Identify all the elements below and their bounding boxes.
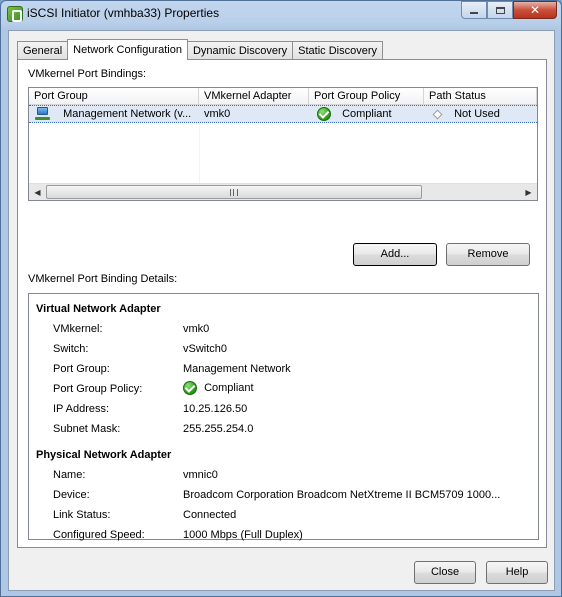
cell-path-status: Not Used (424, 106, 537, 122)
detail-label: Link Status: (53, 509, 111, 521)
column-divider (199, 123, 200, 183)
diamond-icon (432, 109, 443, 120)
network-configuration-panel: VMkernel Port Bindings: Port Group VMker… (17, 59, 547, 548)
column-header-port-group-policy[interactable]: Port Group Policy (309, 88, 424, 105)
close-button[interactable]: Close (414, 561, 476, 584)
link-status-value: Connected (183, 509, 237, 521)
column-header-port-group[interactable]: Port Group (29, 88, 199, 105)
vsphere-app-icon (7, 6, 23, 22)
policy-value: Compliant (342, 108, 392, 120)
green-check-icon (183, 381, 197, 395)
tab-static-discovery[interactable]: Static Discovery (292, 41, 383, 60)
port-bindings-label: VMkernel Port Bindings: (28, 68, 146, 80)
nic-name-value: vmnic0 (183, 469, 218, 481)
ip-address-value: 10.25.126.50 (183, 403, 248, 415)
detail-label: IP Address: (53, 403, 110, 415)
caption-buttons: ✕ (461, 1, 557, 19)
column-header-vmkernel-adapter[interactable]: VMkernel Adapter (199, 88, 309, 105)
scroll-left-icon[interactable]: ◀ (29, 184, 46, 200)
binding-details-label: VMkernel Port Binding Details: (28, 273, 178, 285)
dialog-client-area: General Network Configuration Dynamic Di… (8, 30, 555, 591)
detail-label: Configured Speed: (53, 529, 145, 541)
switch-value: vSwitch0 (183, 343, 228, 355)
tab-network-configuration[interactable]: Network Configuration (67, 39, 188, 60)
policy-detail-value: Compliant (204, 381, 254, 394)
scroll-right-icon[interactable]: ▶ (520, 184, 537, 200)
tab-general[interactable]: General (17, 41, 69, 60)
detail-label: Subnet Mask: (53, 423, 121, 435)
help-button[interactable]: Help (486, 561, 548, 584)
window-title: iSCSI Initiator (vmhba33) Properties (27, 6, 220, 20)
configured-speed-value: 1000 Mbps (Full Duplex) (183, 529, 303, 541)
path-status-value: Not Used (454, 108, 500, 120)
scrollbar-thumb[interactable] (46, 185, 422, 199)
properties-window: iSCSI Initiator (vmhba33) Properties ✕ G… (0, 0, 562, 597)
minimize-button[interactable] (461, 1, 487, 19)
maximize-icon (495, 6, 505, 14)
green-check-icon (317, 107, 331, 122)
horizontal-scrollbar[interactable]: ◀ ▶ (29, 183, 537, 200)
table-row[interactable]: Management Network (v... vmk0 Compliant … (29, 105, 537, 123)
tab-strip: General Network Configuration Dynamic Di… (17, 39, 383, 60)
detail-label: Switch: (53, 343, 89, 355)
column-header-path-status[interactable]: Path Status (424, 88, 537, 105)
tab-dynamic-discovery[interactable]: Dynamic Discovery (186, 41, 294, 60)
cell-port-group: Management Network (v... (29, 106, 199, 122)
detail-label: Port Group Policy: (53, 383, 143, 395)
cell-port-group-policy: Compliant (309, 106, 424, 122)
physical-adapter-heading: Physical Network Adapter (36, 449, 172, 461)
maximize-button[interactable] (487, 1, 513, 19)
add-button[interactable]: Add... (353, 243, 437, 266)
detail-label: Port Group: (53, 363, 110, 375)
virtual-adapter-heading: Virtual Network Adapter (36, 303, 161, 315)
remove-button[interactable]: Remove (446, 243, 530, 266)
title-bar[interactable]: iSCSI Initiator (vmhba33) Properties ✕ (1, 1, 561, 27)
close-icon: ✕ (529, 3, 541, 17)
port-group-detail-value: Management Network (183, 363, 291, 375)
port-group-value: Management Network (v... (63, 108, 192, 120)
table-header: Port Group VMkernel Adapter Port Group P… (29, 88, 537, 105)
detail-label: Name: (53, 469, 86, 481)
port-bindings-table[interactable]: Port Group VMkernel Adapter Port Group P… (28, 87, 538, 201)
subnet-mask-value: 255.255.254.0 (183, 423, 254, 435)
window-close-button[interactable]: ✕ (513, 1, 557, 19)
policy-detail: Compliant (183, 381, 254, 395)
vmkernel-value: vmk0 (183, 323, 210, 335)
binding-details-panel: Virtual Network Adapter VMkernel: vmk0 S… (28, 293, 539, 541)
cell-vmkernel-adapter: vmk0 (204, 108, 231, 120)
network-adapter-icon (35, 107, 50, 121)
minimize-icon (470, 12, 478, 14)
detail-label: VMkernel: (53, 323, 103, 335)
detail-label: Device: (53, 489, 90, 501)
device-value: Broadcom Corporation Broadcom NetXtreme … (183, 489, 501, 501)
scrollbar-grip-icon (230, 189, 238, 196)
